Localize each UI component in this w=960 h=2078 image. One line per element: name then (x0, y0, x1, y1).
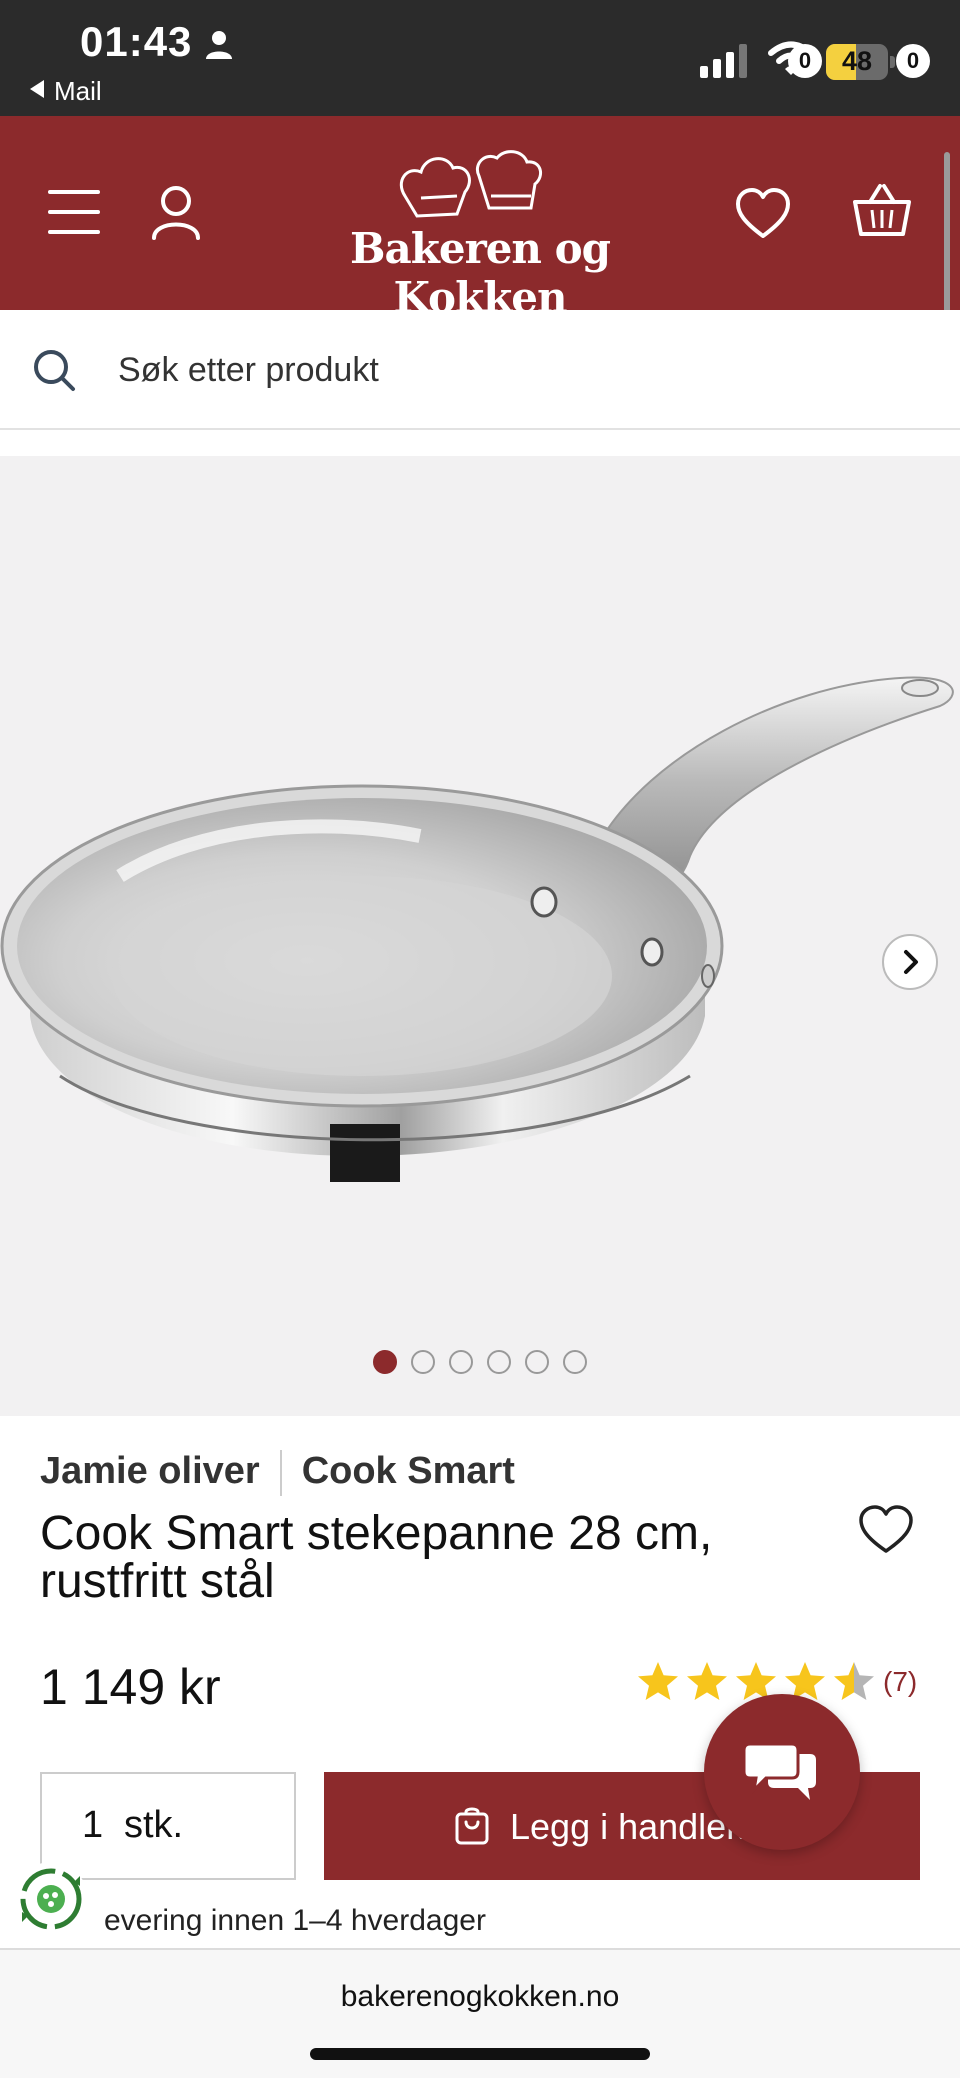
gallery-dot[interactable] (411, 1350, 435, 1374)
favorites-heart-icon[interactable] (734, 186, 792, 242)
quantity-field[interactable]: 1 stk. (40, 1772, 296, 1880)
cart-basket-icon[interactable] (852, 182, 912, 238)
gallery-dot[interactable] (449, 1350, 473, 1374)
series-name[interactable]: Cook Smart (302, 1450, 515, 1492)
chat-bubbles-icon (744, 1742, 816, 1800)
gallery-dot[interactable] (563, 1350, 587, 1374)
logo-text: Bakeren og Kokken (350, 224, 611, 322)
product-image-gallery[interactable] (0, 456, 960, 1416)
favorites-count-badge: 0 (788, 44, 822, 78)
shopping-bag-icon (455, 1807, 489, 1845)
gallery-dot[interactable] (525, 1350, 549, 1374)
frying-pan-image (0, 676, 954, 1182)
star-icon (687, 1662, 727, 1700)
next-image-button[interactable] (882, 934, 938, 990)
product-price: 1 149 kr (40, 1659, 221, 1715)
chat-button[interactable] (704, 1694, 860, 1850)
home-indicator[interactable] (310, 2048, 650, 2060)
wishlist-heart-icon[interactable] (858, 1504, 914, 1556)
menu-button[interactable] (48, 190, 100, 234)
quantity-value: 1 (82, 1804, 104, 1846)
chef-hats-icon (399, 150, 543, 218)
back-to-mail[interactable]: Mail (30, 76, 102, 107)
search-bar (0, 310, 960, 430)
brand-name[interactable]: Jamie oliver (40, 1450, 260, 1492)
brand-line: Jamie oliver Cook Smart (40, 1450, 515, 1500)
star-rating (636, 1662, 881, 1700)
battery-percent: 48 (841, 46, 873, 76)
quantity-unit: stk. (124, 1804, 184, 1846)
add-to-cart-label: Legg i handlek (510, 1806, 745, 1847)
search-input[interactable] (118, 340, 918, 400)
star-icon (638, 1662, 678, 1700)
site-header: Bakeren og Kokken (0, 116, 960, 322)
star-icon (834, 1662, 874, 1700)
person-icon (206, 31, 232, 59)
chevron-right-icon (904, 950, 918, 974)
product-title: Cook Smart stekepanne 28 cm, rustfritt s… (40, 1507, 713, 1608)
browser-bottom-bar: bakerenogkokken.no (0, 1948, 960, 2078)
signal-icon (700, 44, 747, 78)
cart-count-badge: 0 (896, 44, 930, 78)
gallery-dots (0, 1350, 960, 1380)
eco-delivery-icon (14, 1862, 88, 1936)
divider (279, 1450, 282, 1496)
battery-indicator: 48 (826, 44, 896, 80)
address-bar-url[interactable]: bakerenogkokken.no (0, 1980, 960, 2014)
back-arrow-icon (30, 80, 44, 98)
search-icon[interactable] (32, 348, 76, 392)
site-logo[interactable]: Bakeren og Kokken (280, 146, 680, 322)
gallery-dot[interactable] (487, 1350, 511, 1374)
delivery-info: evering innen 1–4 hverdager (104, 1904, 486, 1937)
user-account-icon[interactable] (150, 184, 202, 240)
status-time: 01:43 (80, 18, 193, 65)
rating-count[interactable]: (7) (883, 1666, 917, 1698)
back-label: Mail (54, 76, 102, 106)
gallery-dot[interactable] (373, 1350, 397, 1374)
